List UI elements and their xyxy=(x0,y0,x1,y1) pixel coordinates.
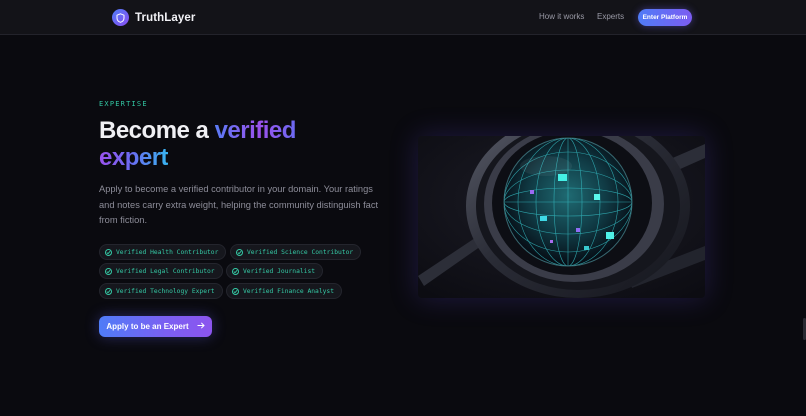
shield-logo-icon xyxy=(112,9,129,26)
nav-link-experts[interactable]: Experts xyxy=(597,12,624,21)
badge-journalist: Verified Journalist xyxy=(226,263,324,279)
section-eyebrow: EXPERTISE xyxy=(99,100,148,108)
badge-science: Verified Science Contributor xyxy=(230,244,362,260)
badge-label: Verified Science Contributor xyxy=(247,248,354,256)
check-circle-icon xyxy=(105,267,112,275)
check-circle-icon xyxy=(236,248,243,256)
badge-label: Verified Finance Analyst xyxy=(243,287,334,295)
check-circle-icon xyxy=(232,267,239,275)
brand[interactable]: TruthLayer xyxy=(112,9,195,26)
nav-link-how-it-works[interactable]: How it works xyxy=(539,12,584,21)
title-highlight-verified: verified xyxy=(214,117,297,144)
badge-health: Verified Health Contributor xyxy=(99,244,227,260)
apply-button-label: Apply to be an Expert xyxy=(106,322,189,331)
arrow-right-icon xyxy=(197,322,205,331)
brand-name: TruthLayer xyxy=(135,11,196,24)
badge-finance: Verified Finance Analyst xyxy=(226,283,342,299)
check-circle-icon xyxy=(105,287,112,295)
apply-expert-button[interactable]: Apply to be an Expert xyxy=(99,316,212,337)
title-prefix: Become a xyxy=(99,117,209,144)
badge-legal: Verified Legal Contributor xyxy=(99,263,223,279)
badge-label: Verified Health Contributor xyxy=(116,248,219,256)
badge-label: Verified Legal Contributor xyxy=(116,267,215,275)
enter-platform-button[interactable]: Enter Platform xyxy=(638,9,692,26)
glowing-sphere-illustration xyxy=(418,136,705,298)
check-circle-icon xyxy=(232,287,239,295)
badge-label: Verified Journalist xyxy=(243,267,316,275)
badge-technology: Verified Technology Expert xyxy=(99,283,223,299)
title-highlight-expert: expert xyxy=(99,144,169,171)
check-circle-icon xyxy=(105,248,112,256)
top-navbar: TruthLayer How it works Experts Enter Pl… xyxy=(0,0,806,35)
page-title: Become a verified expert xyxy=(99,117,359,171)
hero-description: Apply to become a verified contributor i… xyxy=(99,184,379,225)
badge-label: Verified Technology Expert xyxy=(116,287,215,295)
